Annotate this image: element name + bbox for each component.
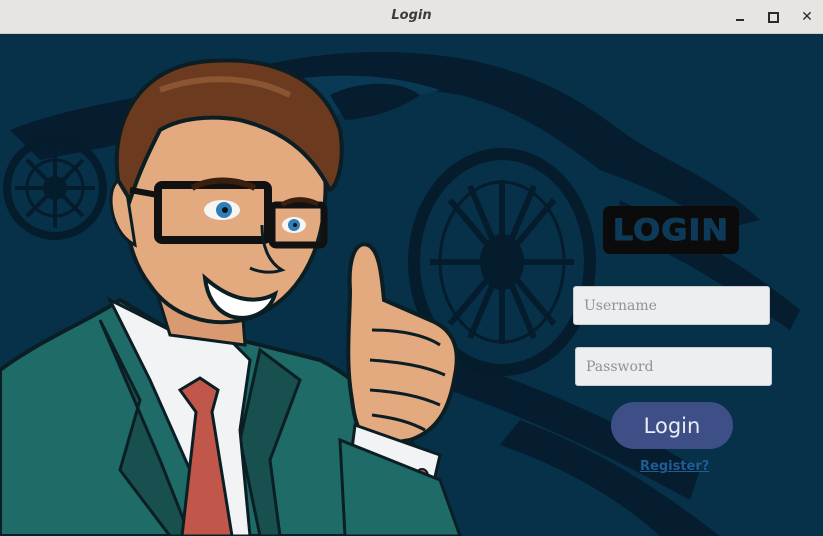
login-panel: LOGIN Login Register?	[0, 34, 823, 536]
close-icon: ✕	[801, 9, 813, 25]
window-title: Login	[391, 8, 432, 23]
minimize-button[interactable]	[730, 7, 750, 27]
login-logo-text: LOGIN	[612, 212, 730, 248]
minimize-icon	[736, 19, 744, 21]
password-input[interactable]	[575, 347, 772, 386]
wheel-left	[3, 136, 107, 240]
login-logo: LOGIN	[603, 206, 739, 254]
close-button[interactable]: ✕	[797, 7, 817, 27]
maximize-icon	[767, 11, 779, 23]
login-button[interactable]: Login	[611, 402, 733, 449]
maximize-button[interactable]	[763, 7, 783, 27]
register-link[interactable]: Register?	[640, 459, 709, 474]
username-input[interactable]	[573, 286, 770, 325]
login-window: Login ✕ LOGIN Username Login Register?	[0, 0, 823, 536]
title-bar[interactable]: Login ✕	[0, 0, 823, 34]
